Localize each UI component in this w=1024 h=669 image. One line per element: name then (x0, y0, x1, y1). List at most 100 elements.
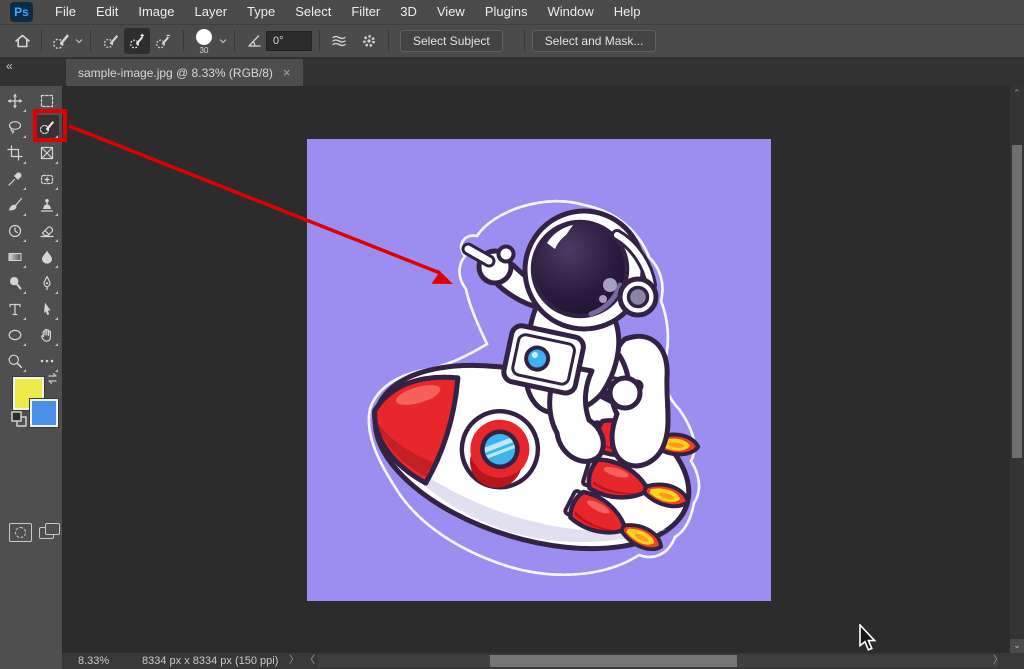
swap-colors-icon[interactable] (46, 372, 59, 385)
quick-mask-button[interactable] (9, 523, 32, 542)
tool-zoom[interactable] (3, 349, 27, 373)
menu-bar: Ps FileEditImageLayerTypeSelectFilter3DV… (0, 0, 1024, 24)
menu-layer[interactable]: Layer (185, 0, 238, 24)
tool-brush[interactable] (3, 193, 27, 217)
brush-size-value: 30 (200, 46, 209, 55)
status-bar: 8.33% 8334 px x 8334 px (150 ppi) 〉 〈 〉 (0, 653, 1024, 669)
tool-type[interactable] (3, 297, 27, 321)
screen-mode-button[interactable] (39, 523, 62, 542)
tool-blur[interactable] (35, 245, 59, 269)
path-selection-icon (39, 301, 55, 317)
tools-panel (0, 86, 62, 653)
tool-more-tools[interactable] (35, 349, 59, 373)
history-brush-icon (7, 223, 23, 239)
zoom-icon (7, 353, 23, 369)
status-options-chevron-icon[interactable]: 〉 (289, 653, 299, 669)
default-colors-icon[interactable] (11, 411, 28, 428)
tool-dodge[interactable] (3, 271, 27, 295)
tool-crop[interactable] (3, 141, 27, 165)
angle-icon (242, 29, 266, 53)
divider (90, 30, 91, 52)
menu-3d[interactable]: 3D (390, 0, 427, 24)
move-icon (7, 93, 23, 109)
brush-preview-dot (196, 29, 212, 45)
dodge-icon (7, 275, 23, 291)
document-image[interactable] (307, 139, 771, 601)
tool-hand[interactable] (35, 323, 59, 347)
vertical-scrollbar-thumb[interactable] (1012, 145, 1022, 458)
chevron-down-icon[interactable] (219, 38, 227, 44)
horizontal-scrollbar-thumb[interactable] (490, 655, 737, 667)
tool-preset-brush-icon[interactable] (49, 29, 73, 53)
lasso-icon (7, 119, 23, 135)
add-to-selection-mode-button[interactable] (124, 28, 150, 54)
photoshop-window: Ps FileEditImageLayerTypeSelectFilter3DV… (0, 0, 1024, 669)
menu-image[interactable]: Image (128, 0, 184, 24)
home-icon[interactable] (10, 29, 34, 53)
collapse-panel-icon[interactable]: « (6, 59, 13, 73)
divider (234, 30, 235, 52)
scroll-down-icon[interactable]: ⌄ (1010, 639, 1024, 653)
document-tab-title: sample-image.jpg @ 8.33% (RGB/8) (78, 66, 273, 80)
tool-clone-stamp[interactable] (35, 193, 59, 217)
menu-items: FileEditImageLayerTypeSelectFilter3DView… (45, 0, 650, 24)
menu-plugins[interactable]: Plugins (475, 0, 538, 24)
divider (183, 30, 184, 52)
new-selection-mode-button[interactable] (98, 28, 124, 54)
tool-pen[interactable] (35, 271, 59, 295)
eraser-icon (39, 223, 55, 239)
gradient-icon (7, 249, 23, 265)
gear-icon[interactable] (357, 29, 381, 53)
menu-select[interactable]: Select (285, 0, 341, 24)
zoom-level-field[interactable]: 8.33% (78, 653, 109, 669)
rectangular-marquee-icon (39, 93, 55, 109)
menu-type[interactable]: Type (237, 0, 285, 24)
ellipse-shape-icon (7, 327, 23, 343)
quick-mask-circle-icon (15, 527, 26, 538)
frame-icon (39, 145, 55, 161)
document-tab[interactable]: sample-image.jpg @ 8.33% (RGB/8) × (66, 59, 303, 86)
scroll-up-icon[interactable]: ⌃ (1013, 88, 1021, 99)
hand-icon (39, 327, 55, 343)
tool-move[interactable] (3, 89, 27, 113)
tool-eyedropper[interactable] (3, 167, 27, 191)
menu-file[interactable]: File (45, 0, 86, 24)
document-tab-bar: « sample-image.jpg @ 8.33% (RGB/8) × (0, 57, 1024, 86)
chevron-down-icon[interactable] (75, 38, 83, 44)
menu-edit[interactable]: Edit (86, 0, 128, 24)
background-color-swatch[interactable] (30, 399, 58, 427)
crop-icon (7, 145, 23, 161)
subtract-from-selection-mode-button[interactable] (150, 28, 176, 54)
menu-filter[interactable]: Filter (341, 0, 390, 24)
astronaut-rocket-illustration (307, 139, 771, 601)
spot-healing-icon (39, 171, 55, 187)
tool-path-selection[interactable] (35, 297, 59, 321)
select-subject-button[interactable]: Select Subject (400, 30, 503, 52)
eyedropper-icon (7, 171, 23, 187)
menu-view[interactable]: View (427, 0, 475, 24)
photoshop-logo: Ps (10, 2, 33, 22)
more-tools-icon (39, 353, 55, 369)
menu-help[interactable]: Help (604, 0, 651, 24)
clone-stamp-icon (39, 197, 55, 213)
scroll-left-icon[interactable]: 〈 (305, 653, 315, 669)
tool-eraser[interactable] (35, 219, 59, 243)
divider (388, 30, 389, 52)
menu-window[interactable]: Window (537, 0, 603, 24)
tool-ellipse-shape[interactable] (3, 323, 27, 347)
close-tab-icon[interactable]: × (283, 65, 291, 80)
scroll-right-icon[interactable]: 〉 (993, 653, 1003, 669)
angle-input[interactable]: 0° (266, 31, 312, 51)
tool-lasso[interactable] (3, 115, 27, 139)
divider (524, 30, 525, 52)
sample-all-layers-icon[interactable] (327, 29, 351, 53)
document-size-text: 8334 px x 8334 px (150 ppi) (142, 653, 278, 669)
brush-size-picker[interactable]: 30 (191, 28, 217, 55)
tool-history-brush[interactable] (3, 219, 27, 243)
tool-gradient[interactable] (3, 245, 27, 269)
select-and-mask-button[interactable]: Select and Mask... (532, 30, 657, 52)
screen-mode-icon (45, 523, 60, 535)
pen-icon (39, 275, 55, 291)
tool-frame[interactable] (35, 141, 59, 165)
tool-spot-healing[interactable] (35, 167, 59, 191)
